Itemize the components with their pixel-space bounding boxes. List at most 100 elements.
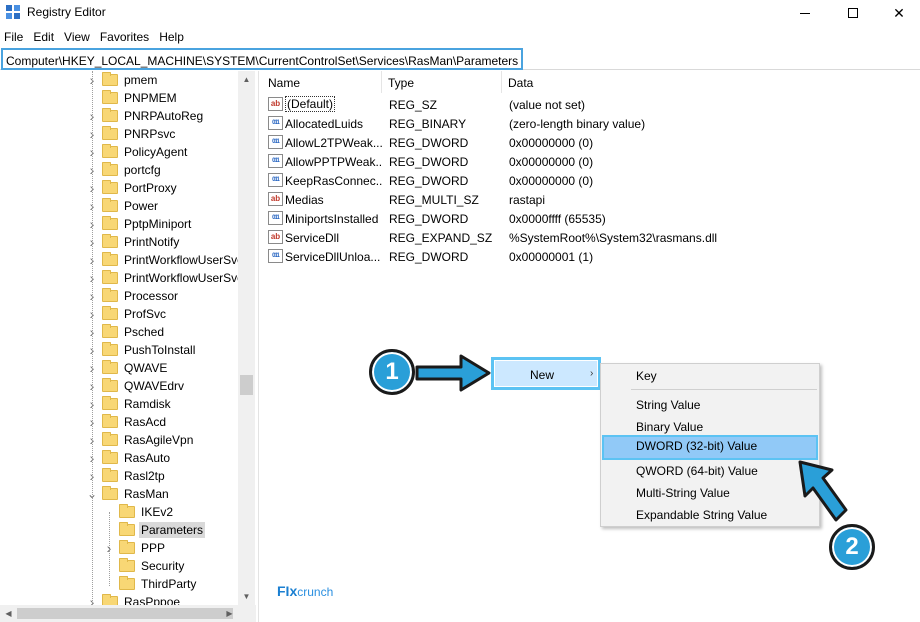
folder-icon (102, 360, 118, 374)
table-row[interactable]: 011 AllowL2TPWeak... REG_DWORD 0x00000000 (… (262, 133, 920, 152)
tree-item[interactable]: › RasAuto (86, 449, 172, 467)
folder-icon (102, 306, 118, 320)
tree-item[interactable]: › PPP (103, 539, 167, 557)
cell-type: REG_DWORD (389, 174, 469, 188)
tree-item[interactable]: ⌄ RasMan (86, 485, 171, 503)
tree-item[interactable]: Parameters (103, 521, 206, 539)
tree-item[interactable]: › Psched (86, 323, 166, 341)
table-row[interactable]: 011 MiniportsInstalled REG_DWORD 0x0000ffff… (262, 209, 920, 228)
address-input[interactable]: Computer\HKEY_LOCAL_MACHINE\SYSTEM\Curre… (1, 48, 524, 70)
maximize-button[interactable] (830, 0, 876, 26)
column-name[interactable]: Name (262, 71, 382, 93)
fixcrunch-logo: FIxcrunch (277, 583, 334, 599)
tree-item[interactable]: IKEv2 (103, 503, 175, 521)
tree-item[interactable]: › PolicyAgent (86, 143, 189, 161)
tree-item[interactable]: Security (103, 557, 186, 575)
column-data[interactable]: Data (502, 71, 920, 93)
menu-edit[interactable]: Edit (28, 27, 59, 47)
tree-item[interactable]: › PNRPsvc (86, 125, 177, 143)
submenu-key[interactable]: Key (602, 365, 818, 387)
tree-item-label: Psched (124, 325, 165, 339)
tree-item[interactable]: › RasPppoe (86, 593, 182, 605)
tree-item[interactable]: › ProfSvc (86, 305, 168, 323)
column-type[interactable]: Type (382, 71, 502, 93)
tree-item[interactable]: › portcfg (86, 161, 163, 179)
tree-item[interactable]: › Power (86, 197, 160, 215)
table-row[interactable]: 011 KeepRasConnec... REG_DWORD 0x00000000 (… (262, 171, 920, 190)
menu-view[interactable]: View (59, 27, 95, 47)
values-list: Name Type Data ab (Default) REG_SZ (value n… (262, 71, 920, 622)
folder-icon (102, 594, 118, 605)
menu-help[interactable]: Help (154, 27, 189, 47)
folder-icon (102, 432, 118, 446)
menu-favorites[interactable]: Favorites (95, 27, 154, 47)
table-row[interactable]: ab Medias REG_MULTI_SZ rastapi (262, 190, 920, 209)
minimize-button[interactable] (782, 0, 828, 26)
submenu-expandable-string-value[interactable]: Expandable String Value (602, 504, 818, 526)
tree-item[interactable]: ThirdParty (103, 575, 198, 593)
folder-icon (102, 468, 118, 482)
cell-type: REG_DWORD (389, 212, 469, 226)
scroll-left-icon[interactable]: ◀ (0, 605, 17, 622)
tree-scroll-thumb[interactable] (240, 375, 253, 395)
tree-item[interactable]: › QWAVE (86, 359, 169, 377)
cell-data: 0x00000000 (0) (509, 155, 594, 169)
cell-type: REG_MULTI_SZ (389, 193, 479, 207)
tree-item[interactable]: › PrintWorkflowUserSvc_ (86, 269, 252, 287)
tree-item[interactable]: › Rasl2tp (86, 467, 167, 485)
tree-hscroll-thumb[interactable] (17, 608, 233, 619)
tree-item-label: PrintWorkflowUserSvc (124, 253, 244, 267)
scroll-down-icon[interactable]: ▼ (238, 588, 255, 605)
tree-item[interactable]: › QWAVEdrv (86, 377, 186, 395)
folder-icon (102, 144, 118, 158)
folder-icon (102, 342, 118, 356)
tree-item[interactable]: › PushToInstall (86, 341, 197, 359)
submenu-qword-value[interactable]: QWORD (64-bit) Value (602, 460, 818, 482)
value-name: AllocatedLuids (285, 117, 364, 131)
table-row[interactable]: ab (Default) REG_SZ (value not set) (262, 95, 920, 114)
scroll-up-icon[interactable]: ▲ (238, 71, 255, 88)
tree-item[interactable]: › PrintNotify (86, 233, 181, 251)
tree-item[interactable]: › PNRPAutoReg (86, 107, 205, 125)
folder-icon (102, 72, 118, 86)
cell-data: (zero-length binary value) (509, 117, 646, 131)
table-row[interactable]: 011 AllowPPTPWeak... REG_DWORD 0x00000000 (… (262, 152, 920, 171)
title-bar: Registry Editor ✕ (0, 0, 920, 26)
string-value-icon: ab (268, 192, 283, 206)
folder-icon (102, 324, 118, 338)
close-button[interactable]: ✕ (876, 0, 920, 26)
binary-value-icon: 011 (268, 249, 283, 263)
tree-horizontal-scrollbar[interactable]: ◀ ▶ (0, 605, 256, 622)
tree-item[interactable]: › RasAcd (86, 413, 168, 431)
tree-item[interactable]: › PrintWorkflowUserSvc (86, 251, 245, 269)
tree-item[interactable]: › Ramdisk (86, 395, 173, 413)
submenu-dword-value[interactable]: DWORD (32-bit) Value (602, 435, 818, 460)
submenu-string-value[interactable]: String Value (602, 394, 818, 416)
tree-item[interactable]: › PptpMiniport (86, 215, 193, 233)
cell-name: ab ServiceDll (262, 228, 382, 247)
menu-file[interactable]: File (0, 27, 28, 47)
folder-icon (102, 90, 118, 104)
folder-icon (119, 504, 135, 518)
tree-item[interactable]: › Processor (86, 287, 180, 305)
tree-item[interactable]: › RasAgileVpn (86, 431, 195, 449)
scroll-right-icon[interactable]: ▶ (221, 605, 238, 622)
tree-vertical-scrollbar[interactable]: ▲ ▼ (238, 71, 255, 605)
tree-item[interactable]: › PortProxy (86, 179, 179, 197)
table-row[interactable]: 011 AllocatedLuids REG_BINARY (zero-length … (262, 114, 920, 133)
context-menu-new[interactable]: New › (491, 357, 601, 390)
folder-icon (102, 198, 118, 212)
cell-type: REG_DWORD (389, 136, 469, 150)
tree-item[interactable]: PNPMEM (86, 89, 179, 107)
tree-item[interactable]: › pmem (86, 71, 159, 89)
tree-item-label: Security (141, 559, 185, 573)
tree-item-label: QWAVEdrv (124, 379, 185, 393)
table-row[interactable]: 011 ServiceDllUnloa... REG_DWORD 0x00000001… (262, 247, 920, 266)
cell-name: 011 KeepRasConnec... (262, 171, 382, 190)
value-name: ServiceDll (285, 231, 340, 245)
tree-item-label: PNRPsvc (124, 127, 176, 141)
table-row[interactable]: ab ServiceDll REG_EXPAND_SZ %SystemRoot%\Sy… (262, 228, 920, 247)
cell-type: REG_DWORD (389, 155, 469, 169)
arrow-right-icon (415, 354, 491, 392)
submenu-multi-string-value[interactable]: Multi-String Value (602, 482, 818, 504)
